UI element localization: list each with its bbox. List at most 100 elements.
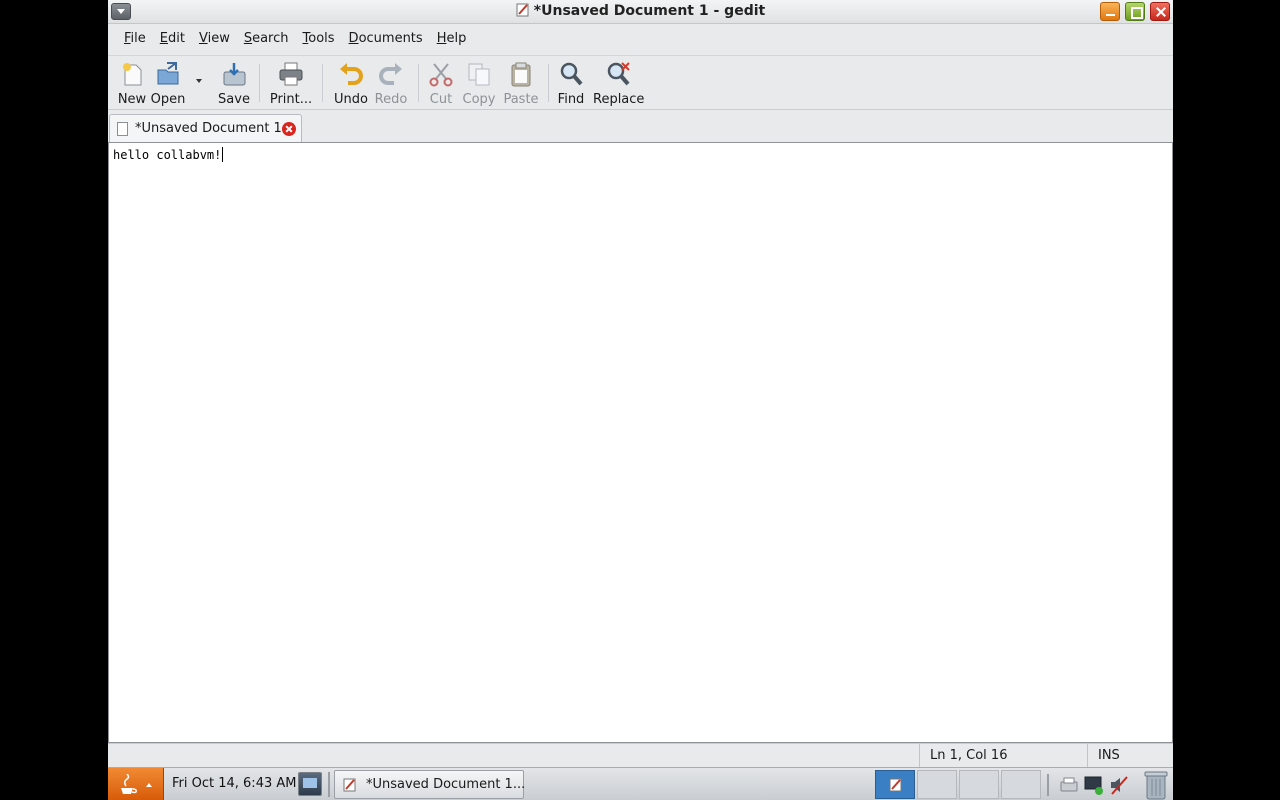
undo-button[interactable]: Undo (332, 60, 370, 108)
toolbar-separator (418, 64, 419, 102)
open-folder-icon (157, 62, 179, 85)
new-label: New (117, 92, 147, 107)
new-button[interactable]: New (113, 60, 151, 108)
save-button[interactable]: Save (215, 60, 253, 108)
menu-tools-label: ools (308, 31, 335, 46)
taskbar-clock[interactable]: Fri Oct 14, 6:43 AM (172, 776, 296, 791)
text-document-icon (117, 122, 128, 136)
insert-mode-text: INS (1098, 748, 1120, 763)
document-tab-label: *Unsaved Document 1 (135, 121, 282, 136)
editor-content: hello collabvm! (113, 148, 222, 162)
start-menu-button[interactable] (108, 768, 164, 800)
menu-edit-mnemonic: E (159, 31, 168, 46)
editor-line: hello collabvm! (113, 147, 224, 162)
close-tab-icon[interactable] (282, 122, 296, 136)
volume-muted-icon[interactable] (1108, 774, 1130, 796)
menu-edit-label: dit (168, 31, 185, 46)
paste-button[interactable]: Paste (501, 60, 541, 108)
open-label: Open (150, 92, 186, 107)
status-bar: Ln 1, Col 16 INS (108, 743, 1173, 768)
copy-icon (468, 63, 490, 86)
start-menu-arrow-icon (146, 783, 152, 787)
window-title-area: *Unsaved Document 1 - gedit (108, 3, 1173, 19)
workspace-3[interactable] (959, 770, 999, 799)
find-button[interactable]: Find (554, 60, 588, 108)
menu-search-label: earch (252, 31, 289, 46)
scissors-icon (429, 63, 453, 87)
paste-label: Paste (503, 92, 539, 107)
workspace-1[interactable] (875, 770, 915, 799)
text-editor[interactable]: hello collabvm! (108, 142, 1173, 743)
close-window-button[interactable] (1150, 2, 1170, 21)
menu-file[interactable]: File (117, 26, 153, 53)
title-bar[interactable]: *Unsaved Document 1 - gedit (108, 0, 1173, 24)
open-button[interactable]: Open (148, 60, 188, 108)
save-icon (223, 63, 246, 86)
cut-button[interactable]: Cut (424, 60, 458, 108)
cursor-position-status: Ln 1, Col 16 (919, 744, 1087, 768)
copy-button[interactable]: Copy (460, 60, 498, 108)
find-label: Find (557, 92, 585, 107)
menu-help[interactable]: Help (430, 26, 474, 53)
menu-edit[interactable]: Edit (153, 26, 192, 53)
workspace-2[interactable] (917, 770, 957, 799)
print-label: Print... (269, 92, 313, 107)
find-replace-icon (607, 62, 630, 86)
new-document-icon (123, 63, 142, 86)
redo-icon (379, 63, 402, 85)
undo-label: Undo (334, 92, 368, 107)
document-tab-bar: *Unsaved Document 1 (108, 112, 1173, 142)
open-recent-dropdown-icon[interactable] (196, 79, 202, 83)
menu-file-label: ile (130, 31, 146, 46)
toolbar: New Open Save Print... Undo Redo Cut Cop… (108, 55, 1173, 110)
copy-label: Copy (462, 92, 496, 107)
gedit-app-icon (516, 3, 529, 17)
menu-tools[interactable]: Tools (296, 26, 342, 53)
tray-separator (1047, 774, 1049, 796)
menu-search[interactable]: Search (237, 26, 296, 53)
toolbar-separator (548, 64, 549, 102)
menu-documents[interactable]: Documents (342, 26, 430, 53)
show-desktop-icon[interactable] (298, 772, 322, 796)
print-button[interactable]: Print... (269, 60, 313, 108)
undo-icon (340, 63, 363, 85)
cut-label: Cut (429, 92, 453, 107)
window-title: *Unsaved Document 1 - gedit (533, 3, 766, 19)
cursor-position-text: Ln 1, Col 16 (930, 748, 1008, 763)
menu-help-label: elp (446, 31, 467, 46)
menu-view[interactable]: View (192, 26, 237, 53)
printer-tray-icon[interactable] (1058, 774, 1080, 796)
menu-search-mnemonic: S (243, 31, 253, 46)
toolbar-separator (259, 64, 260, 102)
gedit-app-icon (889, 778, 902, 792)
network-monitor-icon[interactable] (1083, 774, 1105, 796)
search-icon (560, 62, 583, 86)
replace-label: Replace (593, 92, 645, 107)
text-caret (222, 147, 224, 162)
taskbar-separator (328, 772, 330, 797)
clipboard-icon (511, 62, 531, 87)
document-tab[interactable]: *Unsaved Document 1 (109, 114, 302, 142)
taskbar-window-label: *Unsaved Document 1... (366, 777, 526, 792)
menu-documents-mnemonic: D (348, 31, 359, 46)
window-controls (1100, 2, 1170, 21)
redo-label: Redo (374, 92, 408, 107)
insert-mode-status[interactable]: INS (1087, 744, 1173, 768)
menu-help-mnemonic: H (436, 31, 447, 46)
menu-view-mnemonic: V (198, 31, 208, 46)
gedit-window: *Unsaved Document 1 - gedit File Edit Vi… (108, 0, 1173, 768)
save-label: Save (218, 92, 250, 107)
menu-documents-label: ocuments (358, 31, 423, 46)
taskbar-window-gedit[interactable]: *Unsaved Document 1... (334, 770, 526, 799)
menu-view-label: iew (207, 31, 230, 46)
redo-button[interactable]: Redo (372, 60, 410, 108)
toolbar-separator (322, 64, 323, 102)
workspace-4[interactable] (1001, 770, 1041, 799)
replace-button[interactable]: Replace (593, 60, 645, 108)
maximize-button[interactable] (1125, 2, 1145, 21)
minimize-button[interactable] (1100, 2, 1120, 21)
gedit-app-icon (343, 778, 356, 792)
taskbar: Fri Oct 14, 6:43 AM *Unsaved Document 1.… (108, 767, 1173, 800)
printer-icon (279, 62, 303, 86)
trash-icon[interactable] (1143, 770, 1169, 800)
